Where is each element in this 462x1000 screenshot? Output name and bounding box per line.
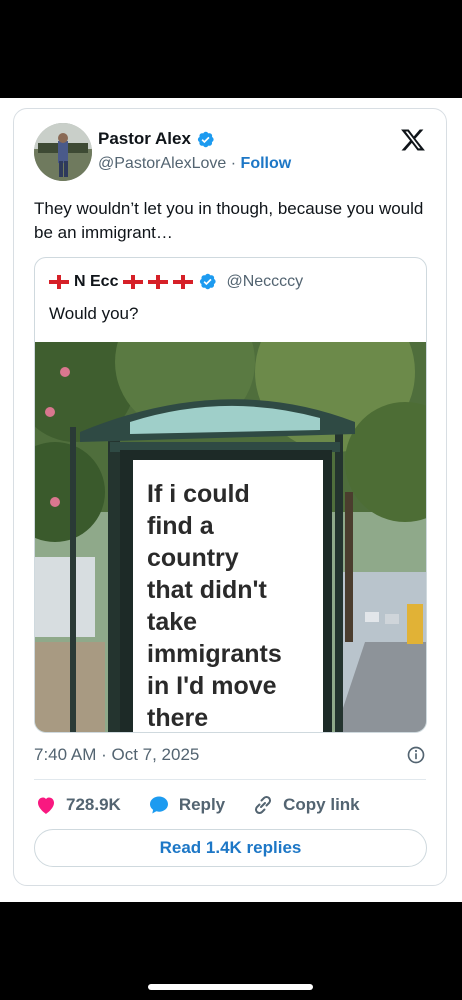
copy-link-button[interactable]: Copy link bbox=[251, 793, 360, 817]
reply-button[interactable]: Reply bbox=[147, 793, 225, 817]
quoted-tweet[interactable]: N Ecc @Neccccy Would you? If i could fin… bbox=[34, 257, 427, 733]
verified-badge-icon bbox=[197, 131, 214, 147]
verified-badge-icon bbox=[200, 273, 217, 290]
author-name[interactable]: Pastor Alex bbox=[98, 129, 191, 149]
tweet-embed-sheet: Pastor Alex @PastorAlexLove · Follow The… bbox=[0, 98, 462, 902]
quoted-author-handle[interactable]: @Neccccy bbox=[226, 273, 303, 291]
follow-button[interactable]: Follow bbox=[241, 155, 292, 172]
reply-label: Reply bbox=[178, 795, 226, 814]
like-count: 728.9K bbox=[66, 795, 121, 814]
home-indicator[interactable] bbox=[148, 984, 313, 990]
quoted-image[interactable]: If i could find a country that didn't ta… bbox=[35, 292, 426, 732]
author-handle[interactable]: @PastorAlexLove bbox=[98, 155, 226, 172]
tweet-text: They wouldn’t let you in though, because… bbox=[34, 199, 424, 242]
separator-dot: · bbox=[230, 155, 237, 172]
divider bbox=[34, 779, 426, 780]
heart-icon bbox=[38, 797, 54, 814]
poster-text: If i could find a country that didn't ta… bbox=[147, 480, 282, 732]
tweet-card: Pastor Alex @PastorAlexLove · Follow The… bbox=[13, 108, 447, 886]
action-bar: 728.9K Reply Copy link bbox=[34, 793, 386, 817]
england-flag-icon bbox=[148, 274, 169, 289]
copy-link-label: Copy link bbox=[283, 795, 360, 814]
england-flag-icon bbox=[123, 274, 144, 289]
tweet-timestamp[interactable]: 7:40 AM · Oct 7, 2025 bbox=[34, 745, 199, 765]
author-name-row[interactable]: Pastor Alex bbox=[98, 129, 215, 149]
x-logo-icon[interactable] bbox=[400, 127, 426, 153]
quoted-author-name[interactable]: N Ecc bbox=[74, 273, 118, 291]
like-button[interactable]: 728.9K bbox=[34, 793, 121, 817]
quoted-author-row: N Ecc @Neccccy bbox=[49, 272, 303, 291]
england-flag-icon bbox=[49, 274, 69, 289]
link-icon bbox=[255, 795, 272, 815]
poster: If i could find a country that didn't ta… bbox=[133, 460, 323, 732]
england-flag-icon bbox=[173, 274, 194, 289]
speech-bubble-icon bbox=[149, 796, 168, 814]
avatar[interactable] bbox=[34, 123, 92, 181]
quoted-tweet-text: Would you? bbox=[49, 304, 139, 323]
info-icon[interactable] bbox=[406, 745, 426, 765]
read-replies-button[interactable]: Read 1.4K replies bbox=[34, 829, 427, 867]
author-handle-row: @PastorAlexLove · Follow bbox=[98, 155, 291, 173]
